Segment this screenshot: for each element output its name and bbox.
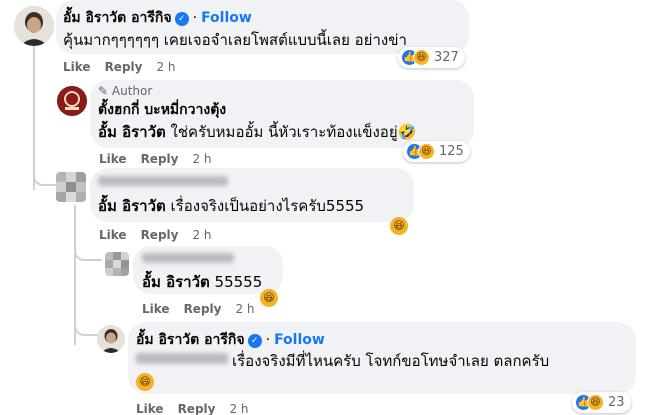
mention-link[interactable]: อั้ม อิราวัต	[98, 197, 166, 215]
reply-button[interactable]: Reply	[105, 60, 143, 74]
thread-line	[33, 40, 35, 190]
mention-link[interactable]: อั้ม อิราวัต	[98, 123, 166, 141]
portrait-avatar[interactable]	[97, 325, 125, 353]
comment-text: คุ้นมากๆๆๆๆๆๆ เคยเจอจำเลยโพสต์แบบนี้เลย …	[63, 31, 407, 49]
timestamp[interactable]: 2 h	[156, 60, 175, 74]
comment-text: อั้ม อิราวัต ใช่ครับหมออั้ม นี้หัวเราะท้…	[98, 120, 416, 144]
timestamp[interactable]: 2 h	[229, 402, 248, 415]
comment-actions: Like Reply 2 h	[142, 302, 269, 316]
blurred-name	[142, 253, 234, 263]
timestamp[interactable]: 2 h	[192, 152, 211, 166]
shop-logo-avatar[interactable]	[57, 86, 87, 116]
reaction-summary[interactable]: 👍 😆 23	[572, 392, 631, 413]
reply-button[interactable]: Reply	[141, 228, 179, 242]
like-button[interactable]: Like	[136, 402, 164, 415]
reply-button[interactable]: Reply	[178, 402, 216, 415]
follow-button[interactable]: Follow	[274, 332, 325, 348]
comment-body: ใช่ครับหมออั้ม นี้หัวเราะท้องแข็งอยู่🤣	[165, 123, 417, 141]
author-name-text[interactable]: อั้ม อิราวัต อารีกิจ	[136, 332, 245, 348]
comment-actions: Like Reply 2 h	[136, 402, 263, 415]
comment-text: อั้ม อิราวัต เรื่องจริงเป็นอย่างไรครับ55…	[98, 194, 364, 218]
comment-body: เรื่องจริงเป็นอย่างไรครับ5555	[165, 197, 365, 215]
comment-actions: Like Reply 2 h	[99, 152, 226, 166]
like-button[interactable]: Like	[99, 228, 127, 242]
author-badge: ✎ Author	[98, 84, 152, 98]
timestamp[interactable]: 2 h	[235, 302, 254, 316]
separator-dot: ·	[265, 332, 271, 348]
author-badge-icon: ✎	[98, 84, 109, 98]
haha-reaction-icon: 😆	[587, 394, 604, 411]
reaction-count: 125	[439, 144, 464, 159]
blurred-avatar[interactable]	[56, 172, 86, 202]
blurred-name	[98, 176, 228, 186]
reaction-summary[interactable]: 👍 😆 327	[398, 47, 465, 68]
timestamp[interactable]: 2 h	[192, 228, 211, 242]
like-button[interactable]: Like	[99, 152, 127, 166]
thread-line	[74, 245, 102, 261]
comment-body: 55555	[209, 273, 263, 291]
reply-button[interactable]: Reply	[184, 302, 222, 316]
like-button[interactable]: Like	[142, 302, 170, 316]
verified-badge-icon: ✓	[174, 12, 189, 26]
reaction-summary[interactable]: 👍 😆 125	[403, 141, 470, 162]
separator-dot: ·	[192, 10, 198, 26]
comment-text: อั้ม อิราวัต 55555	[142, 270, 262, 294]
haha-reaction-icon: 😆	[413, 49, 430, 66]
reply-button[interactable]: Reply	[141, 152, 179, 166]
like-button[interactable]: Like	[63, 60, 91, 74]
blurred-mention	[136, 353, 228, 364]
author-badge-text: Author	[111, 84, 153, 98]
comment-author-name[interactable]: ตั้งฮกกี่ บะหมี่กวางตุ้ง	[98, 99, 226, 121]
verified-badge-icon: ✓	[247, 334, 262, 348]
haha-reaction-icon: 😆	[418, 143, 435, 160]
portrait-avatar[interactable]	[14, 6, 54, 46]
comment-actions: Like Reply 2 h	[63, 60, 190, 74]
blurred-avatar[interactable]	[105, 252, 129, 276]
comment-actions: Like Reply 2 h	[99, 228, 226, 242]
comment-author-name[interactable]: อั้ม อิราวัต อารีกิจ ✓ · Follow	[63, 7, 252, 29]
mention-link[interactable]: อั้ม อิราวัต	[142, 273, 210, 291]
reaction-count: 327	[434, 50, 459, 65]
smile-emoji-icon: 😄	[136, 373, 154, 391]
comment-text: เรื่องจริงมีที่ไหนครับ โจทก์ขอโทษจำเลย ต…	[232, 352, 550, 370]
haha-emoji-icon[interactable]: 😆	[390, 217, 408, 235]
reaction-count: 23	[608, 395, 625, 410]
follow-button[interactable]: Follow	[201, 10, 252, 26]
author-name-text[interactable]: อั้ม อิราวัต อารีกิจ	[63, 10, 172, 26]
comment-author-name[interactable]: อั้ม อิราวัต อารีกิจ ✓ · Follow	[136, 329, 325, 351]
